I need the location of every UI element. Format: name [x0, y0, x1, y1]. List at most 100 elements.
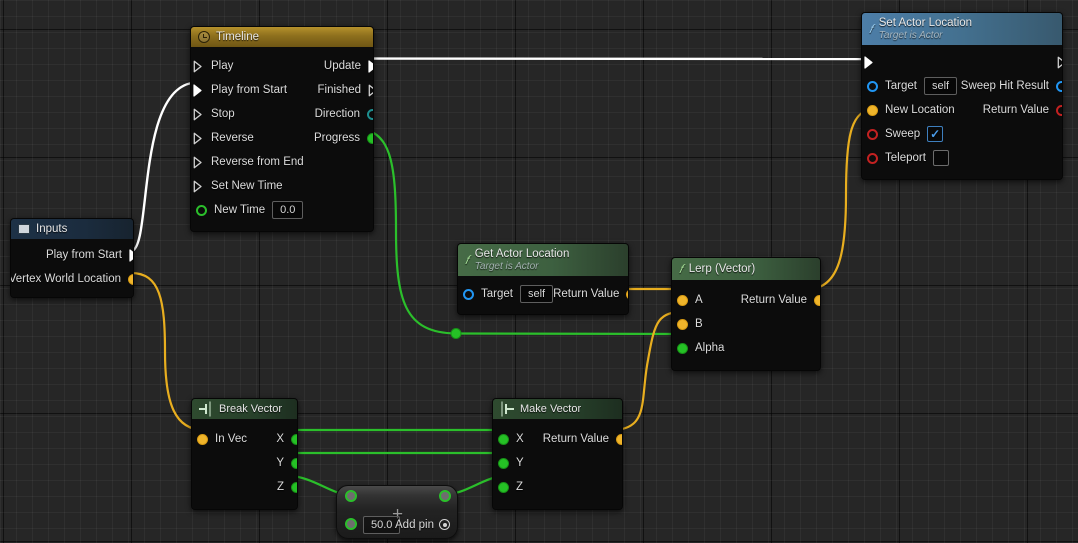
exec-pin-reverse-from-end[interactable]	[193, 156, 204, 169]
pin-label-y: Y	[276, 457, 284, 469]
bool-pin-return-value[interactable]	[1056, 104, 1062, 116]
vector-pin-vertex-world-location[interactable]	[128, 273, 133, 285]
exec-pin-play[interactable]	[193, 60, 204, 73]
pin-group-new-location[interactable]: New Location	[867, 104, 955, 116]
exec-pin-set-new-time[interactable]	[193, 180, 204, 193]
vector-pin-return-value[interactable]	[814, 294, 820, 306]
pin-label-reverse-from-end: Reverse from End	[211, 156, 304, 168]
add-pin-icon[interactable]	[439, 519, 450, 530]
exec-pin-update[interactable]	[368, 59, 373, 73]
object-pin-target[interactable]	[867, 80, 878, 92]
target-value-field[interactable]: self	[923, 77, 958, 95]
exec-pin-stop[interactable]	[193, 108, 204, 121]
pin-group-sweep-hit-result[interactable]: Sweep Hit Result	[961, 80, 1062, 92]
pin-group-play[interactable]: Play	[193, 60, 233, 73]
float-pin-alpha[interactable]	[677, 342, 688, 354]
pin-row-sweep: Sweep ✓	[862, 122, 1062, 146]
pin-group-a[interactable]: A	[677, 294, 703, 306]
pin-row-x-returnvalue: X Return Value	[493, 427, 622, 451]
pin-row-new-time[interactable]: New Time 0.0	[191, 198, 373, 222]
new-time-value-field[interactable]: 0.0	[272, 201, 304, 219]
sweep-checkbox[interactable]: ✓	[927, 126, 944, 142]
float-pin-z[interactable]	[498, 481, 509, 493]
blueprint-graph-canvas[interactable]: Inputs Play from Start Vertex World Loca…	[0, 0, 1078, 543]
pin-group-return-value[interactable]: Return Value	[741, 294, 820, 306]
float-pin-add-input-1[interactable]	[345, 490, 357, 502]
pin-label-x: X	[516, 433, 524, 445]
exec-pin-reverse[interactable]	[193, 132, 204, 145]
pin-label-teleport: Teleport	[885, 152, 926, 164]
vector-pin-a[interactable]	[677, 294, 688, 306]
exec-pin-finished[interactable]	[368, 84, 373, 97]
exec-pin-play-from-start-in[interactable]	[193, 83, 204, 97]
node-lerp-vector[interactable]: 𝑓 Lerp (Vector) A Return Value B Alpha	[671, 257, 821, 371]
pin-group-return-value[interactable]: Return Value	[553, 288, 628, 300]
pin-group-target[interactable]: Target self	[463, 285, 554, 303]
node-set-actor-location[interactable]: 𝑓 Set Actor Location Target is Actor Tar…	[861, 12, 1063, 180]
pin-row-playfromstart-finished: Play from Start Finished	[191, 78, 373, 102]
vector-pin-return-value[interactable]	[626, 288, 628, 300]
pin-label-stop: Stop	[211, 108, 235, 120]
pin-row-target-returnvalue: Target self Return Value	[458, 282, 628, 306]
pin-row-reverse-from-end[interactable]: Reverse from End	[191, 150, 373, 174]
node-get-actor-location[interactable]: 𝑓 Get Actor Location Target is Actor Tar…	[457, 243, 629, 315]
pin-row-z: Z	[493, 475, 622, 499]
enum-pin-direction[interactable]	[367, 108, 373, 120]
float-pin-x[interactable]	[498, 433, 509, 445]
bool-pin-teleport[interactable]	[867, 152, 878, 164]
exec-pin-out[interactable]	[1057, 56, 1062, 69]
pin-label-new-location: New Location	[885, 104, 955, 116]
pin-row-vertex-world-location[interactable]: Vertex World Location	[11, 267, 133, 291]
pin-group-update[interactable]: Update	[324, 59, 373, 73]
node-break-vector-header: Break Vector	[192, 399, 297, 419]
float-pin-add-input-2[interactable]	[345, 518, 357, 530]
target-value-field[interactable]: self	[519, 285, 554, 303]
node-set-actor-location-title: Set Actor Location	[878, 17, 973, 29]
pin-group-finished[interactable]: Finished	[317, 84, 373, 97]
add-pin-label[interactable]: Add pin	[395, 519, 434, 531]
float-pin-x[interactable]	[291, 433, 297, 445]
pin-group-in-vec[interactable]: In Vec	[197, 433, 247, 445]
float-pin-new-time[interactable]	[196, 204, 207, 216]
float-pin-z[interactable]	[291, 481, 297, 493]
pin-group-reverse[interactable]: Reverse	[193, 132, 254, 145]
node-break-vector[interactable]: Break Vector In Vec X Y Z	[191, 398, 298, 510]
pin-label-target: Target	[481, 288, 513, 300]
bool-pin-sweep[interactable]	[867, 128, 878, 140]
pin-row-set-new-time[interactable]: Set New Time	[191, 174, 373, 198]
teleport-checkbox[interactable]	[932, 150, 949, 166]
node-make-vector-title: Make Vector	[520, 403, 582, 415]
pin-group-direction[interactable]: Direction	[315, 108, 373, 120]
node-make-vector[interactable]: Make Vector X Return Value Y Z	[492, 398, 623, 510]
vector-pin-return-value[interactable]	[616, 433, 622, 445]
float-pin-y[interactable]	[498, 457, 509, 469]
pin-group-play-from-start[interactable]: Play from Start	[193, 83, 287, 97]
pin-group-x[interactable]: X	[498, 433, 524, 445]
struct-pin-sweep-hit-result[interactable]	[1056, 80, 1062, 92]
float-pin-add-output[interactable]	[439, 490, 451, 502]
exec-pin-play-from-start[interactable]	[129, 248, 133, 262]
node-inputs[interactable]: Inputs Play from Start Vertex World Loca…	[10, 218, 134, 298]
pin-label-a: A	[695, 294, 703, 306]
pin-group-target[interactable]: Target self	[867, 77, 958, 95]
node-timeline[interactable]: Timeline Play Update Play from Start Fin…	[190, 26, 374, 232]
pin-row-exec	[862, 50, 1062, 74]
object-pin-target[interactable]	[463, 288, 474, 300]
pin-row-y: Y	[493, 451, 622, 475]
pin-row-play-update: Play Update	[191, 54, 373, 78]
pin-label-finished: Finished	[317, 84, 361, 96]
vector-pin-in-vec[interactable]	[197, 433, 208, 445]
pin-group-return-value[interactable]: Return Value	[543, 433, 622, 445]
float-pin-y[interactable]	[291, 457, 297, 469]
node-add[interactable]: + 50.0 Add pin	[336, 485, 458, 539]
vector-pin-new-location[interactable]	[867, 104, 878, 116]
pin-group-return-value[interactable]: Return Value	[983, 104, 1062, 116]
vector-pin-b[interactable]	[677, 318, 688, 330]
pin-group-x[interactable]: X	[276, 433, 297, 445]
pin-row-alpha: Alpha	[672, 336, 820, 360]
exec-pin-in[interactable]	[864, 55, 875, 69]
pin-row-play-from-start[interactable]: Play from Start	[11, 243, 133, 267]
float-pin-progress[interactable]	[367, 132, 373, 144]
pin-group-progress[interactable]: Progress	[314, 132, 373, 144]
pin-group-stop[interactable]: Stop	[193, 108, 235, 121]
